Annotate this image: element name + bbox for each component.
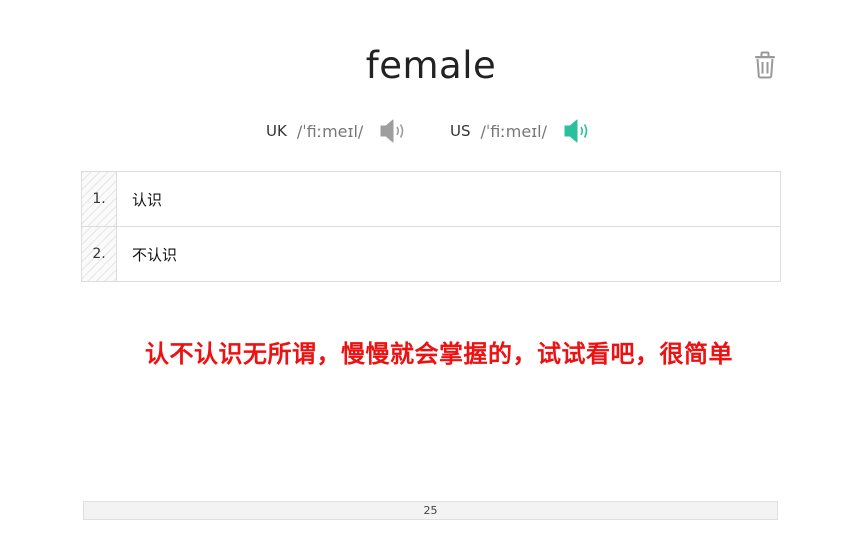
- pronunciation-us: US /ˈfiːmeɪl/: [450, 116, 593, 146]
- pronunciation-row: UK /ˈfiːmeɪl/ US /ˈfiːmeɪl/: [0, 116, 852, 146]
- uk-ipa: /ˈfiːmeɪl/: [296, 121, 364, 141]
- option-dont-know[interactable]: 2. 不认识: [82, 226, 780, 281]
- option-label: 不认识: [132, 245, 178, 264]
- uk-speaker-icon[interactable]: [379, 118, 409, 144]
- hint-text: 认不认识无所谓，慢慢就会掌握的，试试看吧，很简单: [145, 340, 733, 368]
- word-card-page: female UK /ˈfiːmeɪl/ US /ˈfiːmeɪl/ 1. 认识…: [0, 0, 852, 535]
- option-number: 2.: [82, 227, 117, 281]
- uk-region-label: UK: [266, 122, 287, 140]
- answer-options: 1. 认识 2. 不认识: [81, 171, 781, 282]
- option-number: 1.: [82, 172, 117, 226]
- word-title: female: [365, 44, 497, 87]
- trash-icon[interactable]: [752, 50, 778, 80]
- option-label: 认识: [132, 190, 163, 209]
- us-region-label: US: [450, 122, 471, 140]
- pronunciation-uk: UK /ˈfiːmeɪl/: [266, 116, 409, 146]
- progress-label: 25: [423, 504, 438, 517]
- us-speaker-icon[interactable]: [563, 118, 593, 144]
- progress-bar: 25: [83, 501, 778, 520]
- us-ipa: /ˈfiːmeɪl/: [480, 121, 547, 141]
- option-know[interactable]: 1. 认识: [82, 172, 780, 226]
